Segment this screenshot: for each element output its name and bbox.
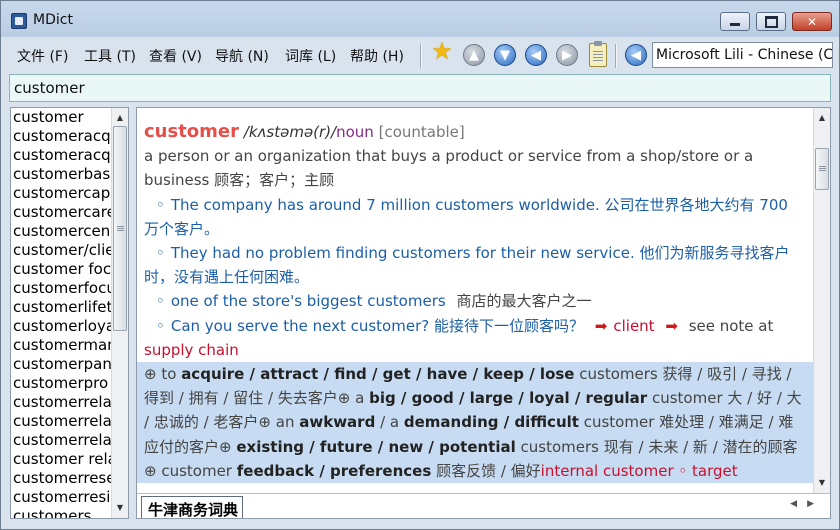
phonetic: /kʌstəmə(r)/ bbox=[243, 123, 337, 141]
scroll-thumb[interactable] bbox=[113, 126, 127, 331]
word-list-item[interactable]: customerrela bbox=[11, 431, 112, 450]
menu-tools[interactable]: 工具 (T) bbox=[84, 46, 136, 66]
example-cn: 商店的最大客户之一 bbox=[456, 292, 592, 311]
word-list-item[interactable]: customercap bbox=[11, 184, 112, 203]
word-list: customer customeracq customeracq customerba… bbox=[10, 107, 129, 519]
star-icon[interactable]: ★ bbox=[431, 37, 453, 65]
speaker-icon[interactable]: ◀ bbox=[625, 44, 647, 66]
collocation-bold: awkward bbox=[299, 413, 376, 432]
word-list-item[interactable]: customer bbox=[11, 108, 112, 127]
arrow-right-icon: ➡ bbox=[594, 316, 608, 335]
definition-cn: 顾客；客户；主顾 bbox=[214, 171, 335, 190]
collocation-text: 顾客反馈 / 偏好 bbox=[436, 461, 541, 480]
up-arrow-icon[interactable]: ▲ bbox=[463, 44, 485, 66]
scroll-thumb[interactable] bbox=[815, 148, 829, 190]
word-list-item[interactable]: customerrela bbox=[11, 412, 112, 431]
scroll-down-icon[interactable]: ▼ bbox=[112, 500, 128, 516]
word-list-item[interactable]: customerpro bbox=[11, 374, 112, 393]
menu-library[interactable]: 词库 (L) bbox=[285, 46, 336, 66]
toolbar-separator bbox=[420, 44, 422, 68]
link-separator: ◦ bbox=[678, 461, 688, 480]
word-list-item[interactable]: customerlifet bbox=[11, 298, 112, 317]
collocation-bold: demanding / difficult bbox=[403, 413, 579, 432]
clipboard-icon[interactable] bbox=[589, 41, 607, 67]
collocation-text: / a bbox=[380, 413, 400, 432]
menu-help[interactable]: 帮助 (H) bbox=[350, 46, 404, 66]
down-arrow-icon[interactable]: ▼ bbox=[494, 44, 516, 66]
headword: customer bbox=[144, 121, 240, 142]
arrow-right-icon: ➡ bbox=[665, 316, 678, 335]
word-list-item[interactable]: customerresi bbox=[11, 488, 112, 507]
tab-oxford-business[interactable]: 牛津商务词典 bbox=[141, 496, 244, 518]
bullet-icon: ◦ bbox=[156, 292, 165, 311]
xref-internal-customer[interactable]: internal customer bbox=[541, 462, 674, 480]
word-list-item[interactable]: customerloya bbox=[11, 317, 112, 336]
grammar-label: [countable] bbox=[378, 123, 465, 141]
part-of-speech: noun bbox=[336, 123, 374, 141]
xref-target[interactable]: target bbox=[692, 462, 738, 480]
title-bar: MDict bbox=[1, 1, 839, 37]
window-title: MDict bbox=[33, 12, 73, 28]
word-list-item[interactable]: customerrese bbox=[11, 469, 112, 488]
collocation-bold: big / good / large / loyal / regular bbox=[369, 389, 648, 408]
scroll-up-icon[interactable]: ▲ bbox=[112, 110, 128, 126]
word-list-items: customer customeracq customeracq customerba… bbox=[11, 108, 112, 518]
definition-pane: customer /kʌstəmə(r)/noun [countable] a … bbox=[136, 107, 831, 519]
scroll-up-icon[interactable]: ▲ bbox=[814, 110, 830, 126]
see-note-label: see note at bbox=[688, 316, 774, 335]
dictionary-tab-bar: 牛津商务词典 ◀▶ bbox=[137, 493, 830, 518]
menu-view[interactable]: 查看 (V) bbox=[149, 46, 202, 66]
search-box bbox=[9, 74, 831, 102]
menu-navigate[interactable]: 导航 (N) bbox=[215, 46, 269, 66]
example-en: The company has around 7 million custome… bbox=[170, 195, 600, 214]
definition-scrollbar[interactable]: ▲ ▼ bbox=[813, 108, 830, 493]
voice-select[interactable]: Microsoft Lili - Chinese (C bbox=[652, 42, 833, 68]
word-list-item[interactable]: customers bbox=[11, 507, 112, 518]
collocation-bold: existing / future / new / potential bbox=[236, 437, 516, 456]
word-list-item[interactable]: customerpan bbox=[11, 355, 112, 374]
dictionary-entry: customer /kʌstəmə(r)/noun [countable] a … bbox=[137, 120, 818, 484]
word-list-scrollbar[interactable]: ▲ ▼ bbox=[111, 108, 128, 518]
word-list-item[interactable]: customercare bbox=[11, 203, 112, 222]
xref-supply-chain[interactable]: supply chain bbox=[144, 341, 239, 359]
word-list-item[interactable]: customer/clie bbox=[11, 241, 112, 260]
bullet-icon: ◦ bbox=[156, 244, 165, 263]
example-en: one of the store's biggest customers bbox=[170, 292, 446, 311]
maximize-button[interactable] bbox=[756, 12, 786, 31]
search-input[interactable] bbox=[10, 75, 830, 101]
back-arrow-icon[interactable]: ◀ bbox=[525, 44, 547, 66]
example-en: Can you serve the next customer? bbox=[170, 316, 430, 335]
scroll-down-icon[interactable]: ▼ bbox=[814, 475, 830, 491]
bullet-icon: ◦ bbox=[156, 195, 165, 214]
toolbar-separator bbox=[615, 44, 617, 68]
word-list-item[interactable]: customer foc bbox=[11, 260, 112, 279]
word-list-item[interactable]: customeracq bbox=[11, 127, 112, 146]
word-list-item[interactable]: customerbas bbox=[11, 165, 112, 184]
collocation-text: ⊕ to bbox=[144, 365, 177, 384]
word-list-item[interactable]: customercen bbox=[11, 222, 112, 241]
xref-client[interactable]: client bbox=[613, 317, 654, 335]
word-list-item[interactable]: customer rela bbox=[11, 450, 112, 469]
bullet-icon: ◦ bbox=[156, 316, 165, 335]
close-button[interactable] bbox=[792, 12, 832, 31]
example-en: They had no problem finding customers fo… bbox=[170, 244, 635, 263]
word-list-item[interactable]: customeracq bbox=[11, 146, 112, 165]
word-list-item[interactable]: customerman bbox=[11, 336, 112, 355]
menu-file[interactable]: 文件 (F) bbox=[17, 46, 68, 66]
collocation-bold: acquire / attract / find / get / have / … bbox=[181, 365, 575, 384]
menu-toolbar: 文件 (F) 工具 (T) 查看 (V) 导航 (N) 词库 (L) 帮助 (H… bbox=[7, 37, 833, 72]
tab-scroll-arrows-icon[interactable]: ◀▶ bbox=[790, 499, 824, 509]
word-list-item[interactable]: customerrela bbox=[11, 393, 112, 412]
collocations-block: ⊕ to acquire / attract / find / get / ha… bbox=[137, 362, 818, 484]
app-icon bbox=[11, 13, 27, 29]
forward-arrow-icon[interactable]: ▶ bbox=[556, 44, 578, 66]
example-cn: 能接待下一位顾客吗？ bbox=[433, 316, 584, 335]
word-list-item[interactable]: customerfocu bbox=[11, 279, 112, 298]
minimize-button[interactable] bbox=[720, 12, 750, 31]
app-window: MDict 文件 (F) 工具 (T) 查看 (V) 导航 (N) 词库 (L)… bbox=[0, 0, 840, 530]
collocation-bold: feedback / preferences bbox=[236, 461, 432, 480]
